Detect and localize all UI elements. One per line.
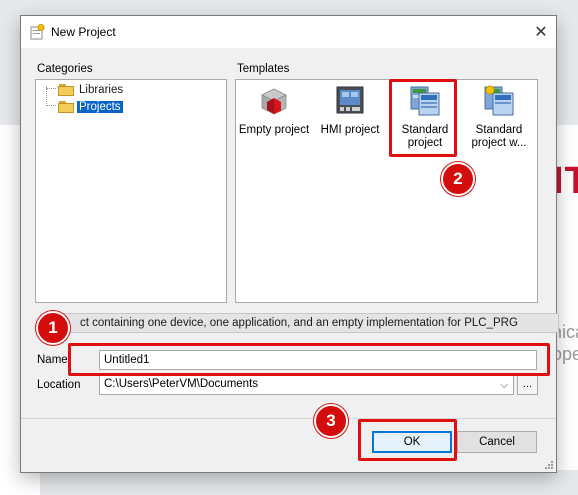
hmi-project-icon (336, 86, 364, 114)
tree-item-label: Projects (77, 101, 123, 113)
tree-connector (46, 88, 56, 89)
templates-label: Templates (237, 63, 290, 75)
highlight-standard-project (389, 79, 457, 157)
folder-icon (58, 84, 74, 96)
template-label: Standard project w... (471, 124, 527, 149)
background-footer-band (40, 470, 578, 495)
tree-item-projects[interactable]: Projects (58, 99, 123, 115)
template-label: Empty project (238, 124, 310, 136)
cancel-button[interactable]: Cancel (457, 431, 537, 453)
tree-connector (46, 105, 56, 106)
template-label: HMI project (320, 124, 380, 136)
dialog-titlebar[interactable]: New Project ✕ (21, 16, 556, 48)
new-project-dialog: New Project ✕ Categories Templates Libra… (20, 15, 559, 473)
template-hmi-project[interactable]: HMI project (312, 84, 388, 137)
dialog-title: New Project (51, 25, 116, 39)
location-label: Location (37, 379, 81, 391)
name-label: Name (37, 354, 68, 366)
empty-project-icon (261, 88, 287, 115)
chevron-down-icon[interactable]: ⌵ (497, 377, 511, 393)
step-badge-3: 3 (314, 404, 348, 438)
categories-label: Categories (37, 63, 93, 75)
standard-project-with-app-icon (484, 85, 514, 116)
browse-button[interactable]: ... (517, 375, 538, 395)
close-button[interactable]: ✕ (526, 16, 556, 48)
folder-icon (58, 101, 74, 113)
location-value: C:\Users\PeterVM\Documents (104, 378, 259, 390)
tree-connector (46, 86, 47, 106)
template-standard-project-with-app[interactable]: Standard project w... (461, 84, 537, 150)
highlight-name-field (68, 343, 550, 376)
categories-tree[interactable]: Libraries Projects (35, 79, 227, 303)
resize-grip-icon[interactable] (544, 460, 554, 470)
template-description: ct containing one device, one applicatio… (55, 313, 559, 333)
step-badge-2: 2 (441, 162, 475, 196)
templates-list[interactable]: Empty project HMI project Standard proje… (235, 79, 538, 303)
step-badge-1: 1 (36, 311, 70, 345)
close-icon: ✕ (534, 24, 548, 41)
highlight-ok-button (358, 419, 457, 461)
template-empty-project[interactable]: Empty project (236, 84, 312, 137)
tree-item-label: Libraries (79, 84, 124, 96)
new-project-icon (30, 24, 45, 40)
separator (21, 418, 556, 419)
tree-item-libraries[interactable]: Libraries (58, 82, 125, 98)
location-combobox[interactable]: C:\Users\PeterVM\Documents ⌵ (99, 375, 514, 395)
